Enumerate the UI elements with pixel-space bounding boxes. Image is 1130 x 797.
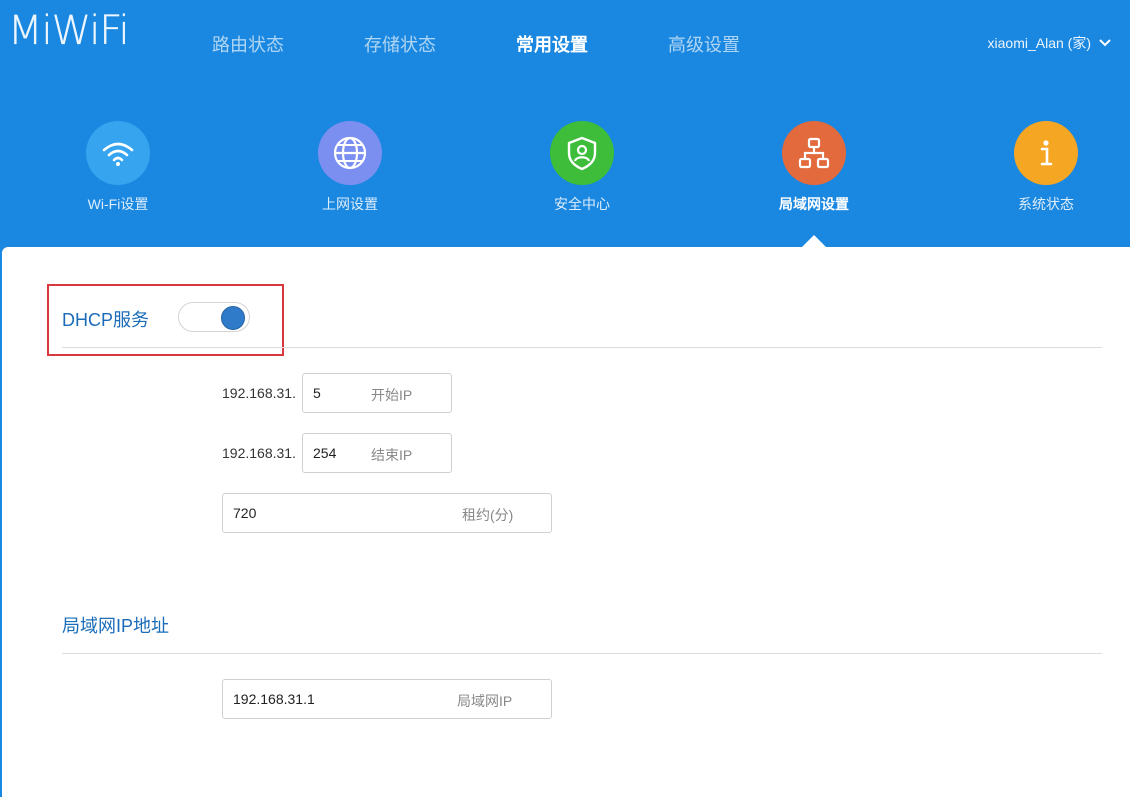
- start-ip-hint: 开始IP: [371, 387, 413, 403]
- start-ip-prefix: 192.168.31.: [222, 385, 296, 401]
- category-label: 上网设置: [322, 196, 378, 212]
- lan-ip-field[interactable]: 192.168.31.1 局域网IP: [222, 679, 552, 719]
- category-label: 安全中心: [554, 196, 610, 212]
- nav-route-status[interactable]: 路由状态: [212, 31, 284, 57]
- category-label: Wi-Fi设置: [87, 196, 149, 212]
- header-bar: MiWiFi 路由状态 存储状态 常用设置 高级设置 xiaomi_Alan (…: [0, 0, 1130, 248]
- end-ip-prefix: 192.168.31.: [222, 445, 296, 461]
- divider: [62, 653, 1102, 654]
- info-icon: [1014, 121, 1078, 185]
- lan-ip-hint: 局域网IP: [457, 693, 513, 709]
- start-ip-value: 5: [313, 385, 321, 401]
- wifi-icon: [86, 121, 150, 185]
- lease-hint: 租约(分): [462, 507, 514, 523]
- nav-common-settings[interactable]: 常用设置: [516, 31, 588, 57]
- shield-icon: [550, 121, 614, 185]
- start-ip-field[interactable]: 5 开始IP: [302, 373, 452, 413]
- user-menu[interactable]: xiaomi_Alan (家): [988, 33, 1112, 53]
- category-internet-settings[interactable]: 上网设置: [285, 121, 415, 214]
- nav-storage-status[interactable]: 存储状态: [364, 31, 436, 57]
- chevron-down-icon: [1099, 39, 1111, 47]
- lan-ip-value: 192.168.31.1: [233, 691, 315, 707]
- category-wifi-settings[interactable]: Wi-Fi设置: [53, 121, 183, 214]
- end-ip-field[interactable]: 254 结束IP: [302, 433, 452, 473]
- toggle-knob: [221, 306, 245, 330]
- end-ip-hint: 结束IP: [371, 447, 413, 463]
- category-security-center[interactable]: 安全中心: [517, 121, 647, 214]
- lan-ip-section-title: 局域网IP地址: [62, 616, 170, 636]
- nav-advanced-settings[interactable]: 高级设置: [668, 31, 740, 57]
- lease-value: 720: [233, 505, 257, 521]
- category-label: 系统状态: [1018, 196, 1074, 212]
- network-icon: [782, 121, 846, 185]
- dhcp-section-title: DHCP服务: [62, 310, 150, 330]
- lease-field[interactable]: 720 租约(分): [222, 493, 552, 533]
- category-lan-settings[interactable]: 局域网设置: [749, 121, 879, 214]
- category-label: 局域网设置: [779, 196, 849, 212]
- dhcp-toggle[interactable]: [178, 302, 250, 332]
- end-ip-value: 254: [313, 445, 337, 461]
- miwifi-logo[interactable]: MiWiFi: [8, 8, 130, 54]
- divider: [62, 347, 1102, 348]
- category-system-status[interactable]: 系统状态: [981, 121, 1111, 214]
- globe-icon: [318, 121, 382, 185]
- user-name: xiaomi_Alan (家): [987, 35, 1091, 51]
